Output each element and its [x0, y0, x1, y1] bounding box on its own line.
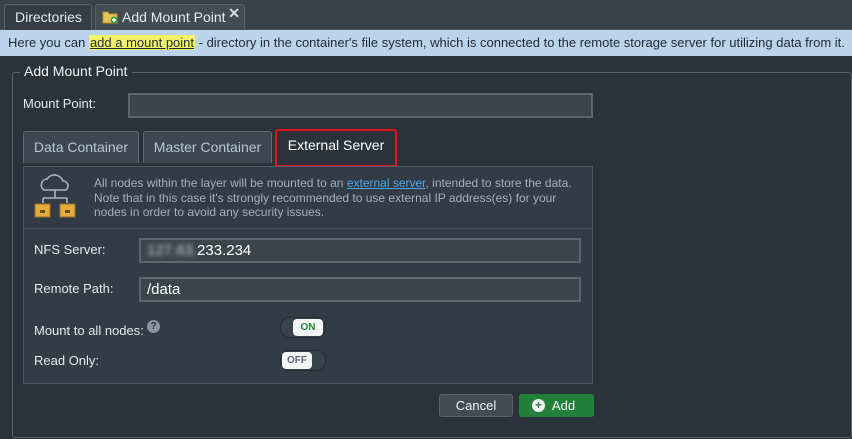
add-plus-icon: +	[532, 399, 545, 412]
info-prefix: Here you can	[8, 35, 89, 50]
mount-point-label: Mount Point:	[23, 96, 96, 111]
toggle-on-label: ON	[293, 319, 323, 336]
mount-to-all-nodes-toggle[interactable]: ON	[280, 317, 326, 338]
external-server-link[interactable]: external server	[347, 176, 426, 190]
cloud-storage-icon	[34, 174, 76, 218]
close-icon[interactable]: ✕	[228, 1, 240, 25]
cancel-button[interactable]: Cancel	[439, 394, 513, 417]
tab-add-mount-point-label: Add Mount Point	[122, 9, 226, 25]
add-mount-point-link[interactable]: add a mount point	[88, 35, 196, 50]
tab-master-container[interactable]: Master Container	[143, 131, 272, 163]
read-only-toggle[interactable]: OFF	[280, 350, 326, 371]
nfs-server-blurred-part: 127.63.	[147, 242, 198, 259]
tab-add-mount-point[interactable]: Add Mount Point ✕	[95, 4, 245, 30]
tab-bar: Directories Add Mount Point ✕	[0, 0, 852, 30]
info-suffix: - directory in the container's file syst…	[195, 35, 845, 50]
read-only-label: Read Only:	[34, 353, 100, 368]
add-button[interactable]: + Add	[519, 394, 594, 417]
mount-point-input[interactable]	[128, 93, 593, 118]
panel-description: All nodes within the layer will be mount…	[94, 176, 586, 220]
form-title: Add Mount Point	[20, 63, 132, 79]
tab-directories[interactable]: Directories	[4, 4, 92, 30]
toggle-off-label: OFF	[282, 352, 312, 369]
folder-add-icon	[102, 11, 118, 24]
nfs-server-input[interactable]: 127.63.233.234	[139, 238, 581, 263]
help-icon[interactable]: ?	[147, 320, 160, 333]
nfs-server-label: NFS Server:	[34, 242, 106, 257]
remote-path-label: Remote Path:	[34, 281, 114, 296]
tab-external-server[interactable]: External Server	[275, 129, 397, 167]
nfs-server-value: 233.234	[197, 242, 252, 259]
add-button-label: Add	[551, 398, 576, 413]
tab-data-container[interactable]: Data Container	[23, 131, 139, 163]
tab-directories-label: Directories	[15, 9, 82, 25]
desc-prefix: All nodes within the layer will be mount…	[94, 176, 347, 190]
info-bar: Here you can add a mount point - directo…	[0, 30, 852, 56]
mount-to-all-nodes-label: Mount to all nodes:	[34, 323, 144, 338]
remote-path-input[interactable]: /data	[139, 277, 581, 302]
panel-divider	[24, 228, 592, 229]
